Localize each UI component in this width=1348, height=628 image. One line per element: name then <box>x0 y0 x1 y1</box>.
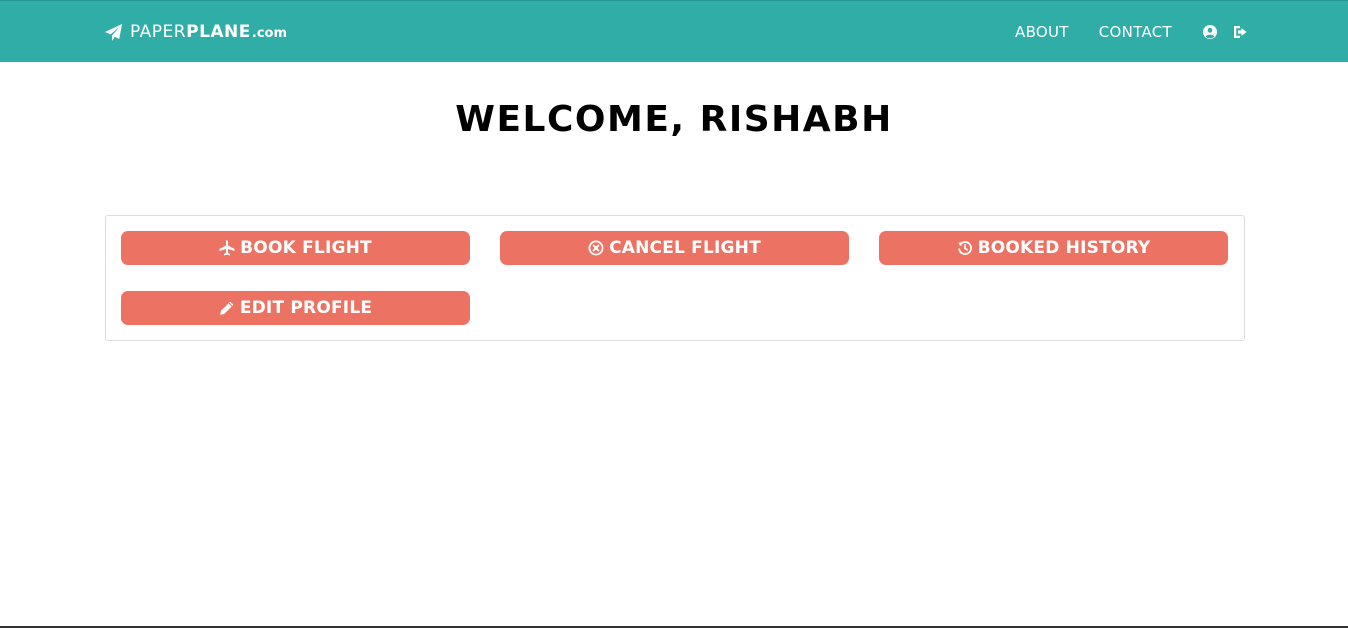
nav-link-about[interactable]: ABOUT <box>1015 23 1069 41</box>
brand-logo-link[interactable]: PAPER PLANE .com <box>104 21 287 43</box>
edit-profile-label: EDIT PROFILE <box>239 298 373 318</box>
sign-out-icon[interactable] <box>1232 24 1248 40</box>
edit-profile-button[interactable]: EDIT PROFILE <box>121 291 470 325</box>
book-flight-button[interactable]: BOOK FLIGHT <box>121 231 470 265</box>
nav-link-contact[interactable]: CONTACT <box>1099 23 1172 41</box>
plane-icon <box>219 240 235 256</box>
brand-name-bold: PLANE <box>186 22 251 42</box>
brand-name-light: PAPER <box>130 22 187 42</box>
times-circle-icon <box>588 240 604 256</box>
booked-history-button[interactable]: BOOKED HISTORY <box>879 231 1228 265</box>
pencil-icon <box>220 301 234 315</box>
top-navbar: PAPER PLANE .com ABOUT CONTACT <box>0 0 1348 62</box>
booked-history-label: BOOKED HISTORY <box>977 238 1151 258</box>
page-title: WELCOME, RISHABH <box>455 99 893 140</box>
paper-plane-icon <box>104 23 123 41</box>
book-flight-label: BOOK FLIGHT <box>240 238 372 258</box>
user-circle-icon[interactable] <box>1202 24 1218 40</box>
cancel-flight-label: CANCEL FLIGHT <box>609 238 761 258</box>
nav-links: ABOUT CONTACT <box>985 1 1248 63</box>
dashboard-action-panel: BOOK FLIGHT CANCEL FLIGHT BOOKED HISTORY… <box>105 215 1245 341</box>
history-icon <box>957 241 972 255</box>
cancel-flight-button[interactable]: CANCEL FLIGHT <box>500 231 849 265</box>
brand-domain-suffix: .com <box>251 25 288 41</box>
